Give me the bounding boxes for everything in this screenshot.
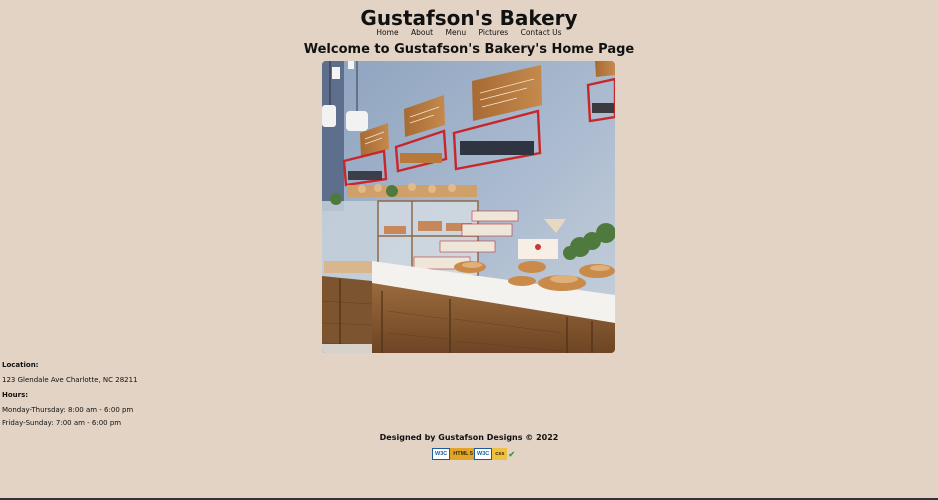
html5-badge-label: HTML 5 (450, 448, 476, 460)
address-text: 123 Glendale Ave Charlotte, NC 28211 (2, 376, 138, 384)
css-valid-badge-icon[interactable]: W3C css ✔ (474, 448, 515, 460)
weekday-hours-text: Monday-Thursday: 8:00 am - 6:00 pm (2, 406, 134, 414)
location-heading: Location: (2, 361, 39, 369)
welcome-heading: Welcome to Gustafson's Bakery's Home Pag… (303, 42, 635, 57)
w3c-logo-icon: W3C (474, 448, 493, 460)
main-nav: Home About Menu Pictures Contact Us (0, 28, 938, 38)
nav-home-link[interactable]: Home (376, 28, 398, 37)
nav-about-link[interactable]: About (411, 28, 433, 37)
nav-menu-link[interactable]: Menu (446, 28, 467, 37)
weekend-hours-text: Friday-Sunday: 7:00 am - 6:00 pm (2, 419, 122, 427)
nav-contact-us-link[interactable]: Contact Us (521, 28, 562, 37)
hours-heading: Hours: (2, 391, 29, 399)
w3c-logo-icon: W3C (432, 448, 451, 460)
site-title: Gustafson's Bakery (360, 6, 578, 30)
footer-credit: Designed by Gustafson Designs © 2022 (379, 433, 559, 442)
check-icon: ✔ (508, 449, 516, 459)
css-badge-label: css (492, 448, 508, 460)
bakery-interior-photo (322, 61, 615, 353)
nav-pictures-link[interactable]: Pictures (479, 28, 509, 37)
